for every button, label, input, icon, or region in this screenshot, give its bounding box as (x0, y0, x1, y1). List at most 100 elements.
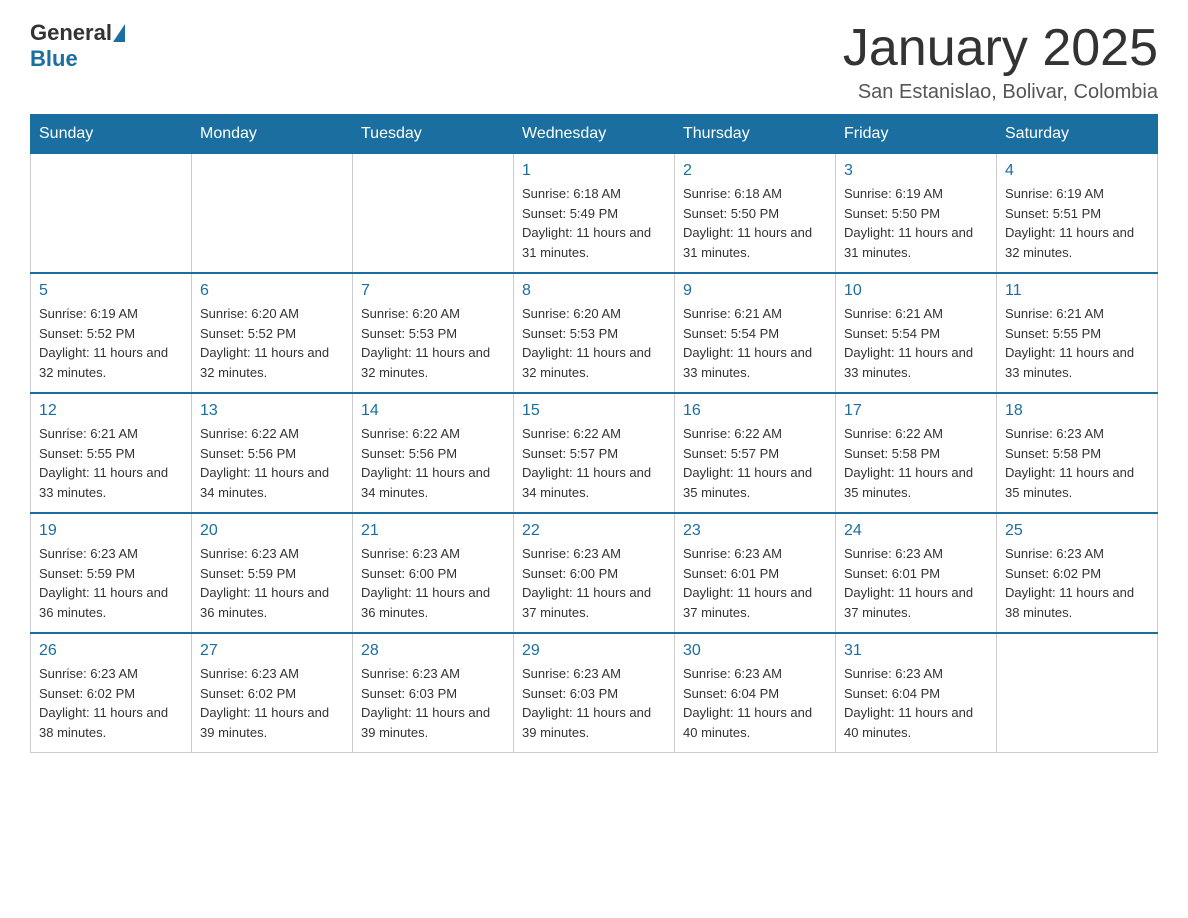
calendar-day-cell (353, 154, 514, 274)
day-header-friday: Friday (836, 115, 997, 154)
day-number: 17 (844, 402, 988, 420)
calendar-day-cell: 11Sunrise: 6:21 AMSunset: 5:55 PMDayligh… (997, 273, 1158, 393)
month-title: January 2025 (843, 20, 1158, 77)
calendar-day-cell: 6 Sunrise: 6:20 AMSunset: 5:52 PMDaylight… (192, 273, 353, 393)
calendar-day-cell: 5 Sunrise: 6:19 AMSunset: 5:52 PMDaylight… (31, 273, 192, 393)
day-number: 20 (200, 522, 344, 540)
calendar-day-cell: 3 Sunrise: 6:19 AMSunset: 5:50 PMDaylight… (836, 154, 997, 274)
day-info: Sunrise: 6:23 AMSunset: 6:01 PMDaylight:… (683, 544, 827, 622)
day-info: Sunrise: 6:23 AMSunset: 6:02 PMDaylight:… (1005, 544, 1149, 622)
day-info: Sunrise: 6:23 AMSunset: 6:02 PMDaylight:… (200, 664, 344, 742)
day-header-saturday: Saturday (997, 115, 1158, 154)
day-header-tuesday: Tuesday (353, 115, 514, 154)
day-number: 23 (683, 522, 827, 540)
day-number: 10 (844, 282, 988, 300)
day-number: 16 (683, 402, 827, 420)
day-info: Sunrise: 6:20 AMSunset: 5:52 PMDaylight:… (200, 304, 344, 382)
day-number: 29 (522, 642, 666, 660)
day-info: Sunrise: 6:23 AMSunset: 5:59 PMDaylight:… (200, 544, 344, 622)
calendar-day-cell: 10 Sunrise: 6:21 AMSunset: 5:54 PMDayligh… (836, 273, 997, 393)
day-info: Sunrise: 6:23 AMSunset: 6:03 PMDaylight:… (361, 664, 505, 742)
day-info: Sunrise: 6:19 AMSunset: 5:52 PMDaylight:… (39, 304, 183, 382)
day-number: 19 (39, 522, 183, 540)
day-number: 30 (683, 642, 827, 660)
day-info: Sunrise: 6:20 AMSunset: 5:53 PMDaylight:… (522, 304, 666, 382)
day-number: 14 (361, 402, 505, 420)
day-number: 5 (39, 282, 183, 300)
day-info: Sunrise: 6:23 AMSunset: 6:00 PMDaylight:… (522, 544, 666, 622)
day-number: 7 (361, 282, 505, 300)
day-number: 2 (683, 162, 827, 180)
calendar-day-cell: 25 Sunrise: 6:23 AMSunset: 6:02 PMDayligh… (997, 513, 1158, 633)
day-info: Sunrise: 6:22 AMSunset: 5:56 PMDaylight:… (200, 424, 344, 502)
day-number: 26 (39, 642, 183, 660)
page-header: General Blue January 2025 San Estanislao… (30, 20, 1158, 104)
day-info: Sunrise: 6:22 AMSunset: 5:57 PMDaylight:… (522, 424, 666, 502)
title-section: January 2025 San Estanislao, Bolivar, Co… (843, 20, 1158, 104)
logo: General Blue (30, 20, 126, 72)
day-info: Sunrise: 6:18 AMSunset: 5:49 PMDaylight:… (522, 184, 666, 262)
location-subtitle: San Estanislao, Bolivar, Colombia (843, 81, 1158, 104)
logo-blue-text: Blue (30, 46, 78, 72)
day-number: 24 (844, 522, 988, 540)
day-info: Sunrise: 6:21 AMSunset: 5:55 PMDaylight:… (39, 424, 183, 502)
logo-triangle-icon (113, 24, 125, 42)
day-info: Sunrise: 6:18 AMSunset: 5:50 PMDaylight:… (683, 184, 827, 262)
calendar-day-cell: 21 Sunrise: 6:23 AMSunset: 6:00 PMDayligh… (353, 513, 514, 633)
day-info: Sunrise: 6:23 AMSunset: 5:58 PMDaylight:… (1005, 424, 1149, 502)
calendar-day-cell: 14Sunrise: 6:22 AMSunset: 5:56 PMDayligh… (353, 393, 514, 513)
day-info: Sunrise: 6:23 AMSunset: 6:00 PMDaylight:… (361, 544, 505, 622)
day-number: 4 (1005, 162, 1149, 180)
day-info: Sunrise: 6:20 AMSunset: 5:53 PMDaylight:… (361, 304, 505, 382)
calendar-day-cell (192, 154, 353, 274)
day-number: 8 (522, 282, 666, 300)
day-number: 9 (683, 282, 827, 300)
calendar-day-cell (31, 154, 192, 274)
day-number: 21 (361, 522, 505, 540)
calendar-day-cell: 29 Sunrise: 6:23 AMSunset: 6:03 PMDayligh… (514, 633, 675, 753)
day-header-wednesday: Wednesday (514, 115, 675, 154)
calendar-day-cell: 9Sunrise: 6:21 AMSunset: 5:54 PMDaylight… (675, 273, 836, 393)
calendar-day-cell (997, 633, 1158, 753)
day-number: 3 (844, 162, 988, 180)
day-number: 12 (39, 402, 183, 420)
calendar-day-cell: 16 Sunrise: 6:22 AMSunset: 5:57 PMDayligh… (675, 393, 836, 513)
day-info: Sunrise: 6:23 AMSunset: 6:03 PMDaylight:… (522, 664, 666, 742)
day-info: Sunrise: 6:23 AMSunset: 5:59 PMDaylight:… (39, 544, 183, 622)
calendar-day-cell: 17 Sunrise: 6:22 AMSunset: 5:58 PMDayligh… (836, 393, 997, 513)
calendar-day-cell: 26 Sunrise: 6:23 AMSunset: 6:02 PMDayligh… (31, 633, 192, 753)
calendar-day-cell: 20 Sunrise: 6:23 AMSunset: 5:59 PMDayligh… (192, 513, 353, 633)
calendar-day-cell: 31 Sunrise: 6:23 AMSunset: 6:04 PMDayligh… (836, 633, 997, 753)
day-info: Sunrise: 6:22 AMSunset: 5:57 PMDaylight:… (683, 424, 827, 502)
logo-general-text: General (30, 20, 112, 46)
day-header-thursday: Thursday (675, 115, 836, 154)
calendar-week-row: 12 Sunrise: 6:21 AMSunset: 5:55 PMDayligh… (31, 393, 1158, 513)
calendar-day-cell: 15Sunrise: 6:22 AMSunset: 5:57 PMDayligh… (514, 393, 675, 513)
day-number: 25 (1005, 522, 1149, 540)
calendar-day-cell: 27Sunrise: 6:23 AMSunset: 6:02 PMDayligh… (192, 633, 353, 753)
calendar-day-cell: 1Sunrise: 6:18 AMSunset: 5:49 PMDaylight… (514, 154, 675, 274)
calendar-week-row: 1Sunrise: 6:18 AMSunset: 5:49 PMDaylight… (31, 154, 1158, 274)
day-number: 6 (200, 282, 344, 300)
day-info: Sunrise: 6:19 AMSunset: 5:50 PMDaylight:… (844, 184, 988, 262)
calendar-day-cell: 23 Sunrise: 6:23 AMSunset: 6:01 PMDayligh… (675, 513, 836, 633)
calendar-week-row: 19 Sunrise: 6:23 AMSunset: 5:59 PMDayligh… (31, 513, 1158, 633)
day-info: Sunrise: 6:23 AMSunset: 6:01 PMDaylight:… (844, 544, 988, 622)
calendar-day-cell: 30Sunrise: 6:23 AMSunset: 6:04 PMDayligh… (675, 633, 836, 753)
calendar-table: SundayMondayTuesdayWednesdayThursdayFrid… (30, 114, 1158, 753)
calendar-week-row: 26 Sunrise: 6:23 AMSunset: 6:02 PMDayligh… (31, 633, 1158, 753)
day-number: 13 (200, 402, 344, 420)
day-header-monday: Monday (192, 115, 353, 154)
day-header-sunday: Sunday (31, 115, 192, 154)
calendar-day-cell: 19 Sunrise: 6:23 AMSunset: 5:59 PMDayligh… (31, 513, 192, 633)
day-number: 28 (361, 642, 505, 660)
day-number: 18 (1005, 402, 1149, 420)
day-number: 31 (844, 642, 988, 660)
day-info: Sunrise: 6:22 AMSunset: 5:58 PMDaylight:… (844, 424, 988, 502)
day-info: Sunrise: 6:21 AMSunset: 5:54 PMDaylight:… (844, 304, 988, 382)
calendar-day-cell: 4Sunrise: 6:19 AMSunset: 5:51 PMDaylight… (997, 154, 1158, 274)
day-info: Sunrise: 6:23 AMSunset: 6:04 PMDaylight:… (844, 664, 988, 742)
calendar-day-cell: 22Sunrise: 6:23 AMSunset: 6:00 PMDayligh… (514, 513, 675, 633)
calendar-day-cell: 2 Sunrise: 6:18 AMSunset: 5:50 PMDaylight… (675, 154, 836, 274)
day-info: Sunrise: 6:23 AMSunset: 6:02 PMDaylight:… (39, 664, 183, 742)
